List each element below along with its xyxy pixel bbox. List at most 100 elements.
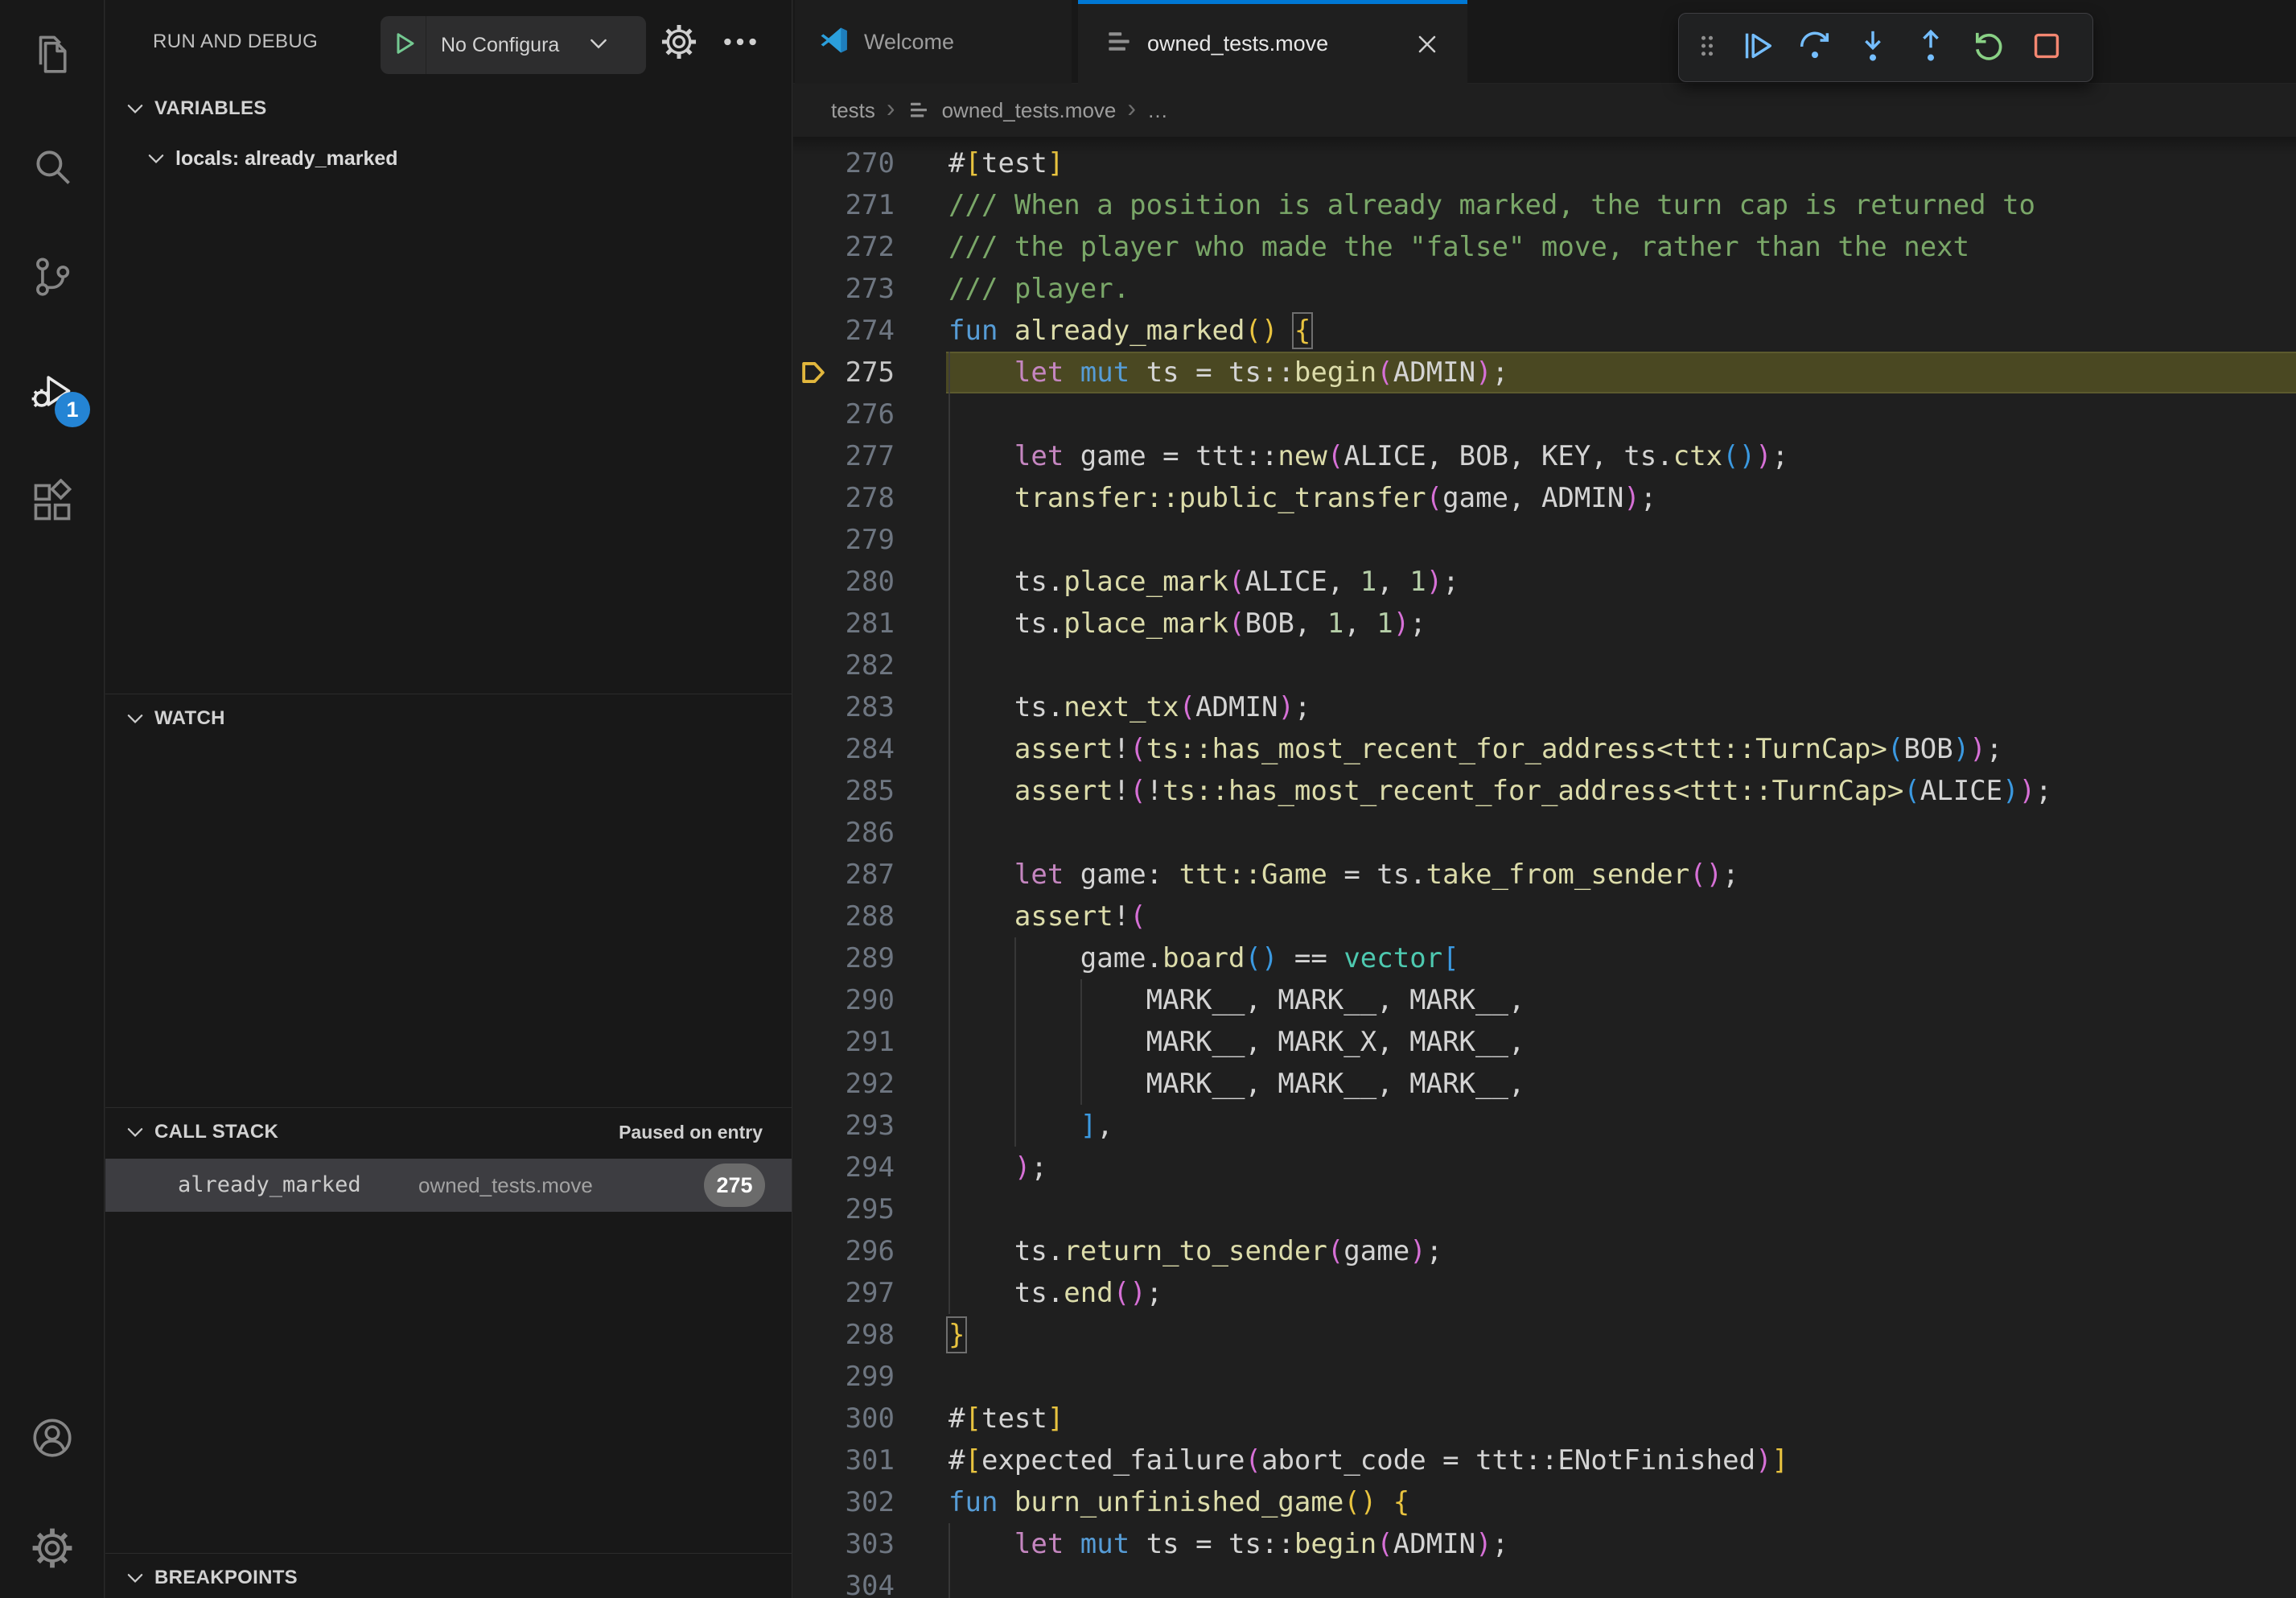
line-number[interactable]: 275	[793, 352, 895, 393]
breadcrumb-symbol[interactable]: …	[1147, 98, 1168, 123]
code-line-285[interactable]: 285 assert!(!ts::has_most_recent_for_add…	[793, 770, 2296, 812]
close-icon[interactable]	[1413, 30, 1442, 59]
step-over-button[interactable]	[1789, 22, 1840, 73]
code-line-277[interactable]: 277 let game = ttt::new(ALICE, BOB, KEY,…	[793, 435, 2296, 477]
drag-handle[interactable]	[1690, 22, 1724, 73]
line-number[interactable]: 297	[793, 1272, 895, 1314]
line-number[interactable]: 274	[793, 310, 895, 352]
line-number[interactable]: 296	[793, 1230, 895, 1272]
code-line-298[interactable]: 298}	[793, 1314, 2296, 1356]
breadcrumb-folder[interactable]: tests	[831, 98, 875, 123]
code-line-278[interactable]: 278 transfer::public_transfer(game, ADMI…	[793, 477, 2296, 519]
line-number[interactable]: 303	[793, 1523, 895, 1565]
line-number[interactable]: 279	[793, 519, 895, 561]
line-number[interactable]: 287	[793, 854, 895, 896]
line-number[interactable]: 281	[793, 603, 895, 645]
code-line-294[interactable]: 294 );	[793, 1147, 2296, 1188]
code-line-304[interactable]: 304	[793, 1565, 2296, 1598]
code-line-274[interactable]: 274fun already_marked() {	[793, 310, 2296, 352]
line-number[interactable]: 271	[793, 184, 895, 226]
line-number[interactable]: 289	[793, 937, 895, 979]
activity-item-account[interactable]	[21, 1408, 84, 1471]
code-line-293[interactable]: 293 ],	[793, 1105, 2296, 1147]
code-line-283[interactable]: 283 ts.next_tx(ADMIN);	[793, 686, 2296, 728]
restart-button[interactable]	[1963, 22, 2014, 73]
code-line-292[interactable]: 292 MARK__, MARK__, MARK__,	[793, 1063, 2296, 1105]
variables-section-header[interactable]: VARIABLES	[105, 85, 792, 132]
line-number[interactable]: 301	[793, 1439, 895, 1481]
line-number[interactable]: 294	[793, 1147, 895, 1188]
line-number[interactable]: 291	[793, 1021, 895, 1063]
line-number[interactable]: 304	[793, 1565, 895, 1598]
code-line-272[interactable]: 272/// the player who made the "false" m…	[793, 226, 2296, 268]
line-number[interactable]: 277	[793, 435, 895, 477]
activity-item-explorer[interactable]	[21, 24, 84, 87]
code-line-302[interactable]: 302fun burn_unfinished_game() {	[793, 1481, 2296, 1523]
line-number[interactable]: 286	[793, 812, 895, 854]
line-number[interactable]: 298	[793, 1314, 895, 1356]
code-line-275[interactable]: 275 let mut ts = ts::begin(ADMIN);	[793, 352, 2296, 393]
line-number[interactable]: 302	[793, 1481, 895, 1523]
more-actions-button[interactable]	[720, 22, 760, 62]
code-line-301[interactable]: 301#[expected_failure(abort_code = ttt::…	[793, 1439, 2296, 1481]
breakpoints-section-header[interactable]: BREAKPOINTS	[105, 1555, 792, 1598]
line-number[interactable]: 273	[793, 268, 895, 310]
code-line-281[interactable]: 281 ts.place_mark(BOB, 1, 1);	[793, 603, 2296, 645]
line-number[interactable]: 290	[793, 979, 895, 1021]
code-line-296[interactable]: 296 ts.return_to_sender(game);	[793, 1230, 2296, 1272]
code-line-287[interactable]: 287 let game: ttt::Game = ts.take_from_s…	[793, 854, 2296, 896]
step-into-button[interactable]	[1847, 22, 1898, 73]
activity-item-search[interactable]	[21, 137, 84, 200]
tab-welcome[interactable]: Welcome	[795, 0, 1072, 84]
variables-locals-scope[interactable]: locals: already_marked	[105, 135, 792, 182]
watch-section-header[interactable]: WATCH	[105, 695, 792, 742]
code-line-288[interactable]: 288 assert!(	[793, 896, 2296, 937]
code-line-279[interactable]: 279	[793, 519, 2296, 561]
code-line-300[interactable]: 300#[test]	[793, 1398, 2296, 1439]
code-line-290[interactable]: 290 MARK__, MARK__, MARK__,	[793, 979, 2296, 1021]
line-number[interactable]: 295	[793, 1188, 895, 1230]
line-number[interactable]: 288	[793, 896, 895, 937]
stop-button[interactable]	[2021, 22, 2072, 73]
tab-owned-tests-move[interactable]: owned_tests.move	[1078, 0, 1467, 84]
line-number[interactable]: 292	[793, 1063, 895, 1105]
code-line-271[interactable]: 271/// When a position is already marked…	[793, 184, 2296, 226]
code-line-299[interactable]: 299	[793, 1356, 2296, 1398]
line-number[interactable]: 284	[793, 728, 895, 770]
code-line-286[interactable]: 286	[793, 812, 2296, 854]
activity-item-settings[interactable]	[21, 1518, 84, 1581]
code-line-291[interactable]: 291 MARK__, MARK_X, MARK__,	[793, 1021, 2296, 1063]
line-number[interactable]: 276	[793, 393, 895, 435]
line-number[interactable]: 293	[793, 1105, 895, 1147]
line-number[interactable]: 270	[793, 142, 895, 184]
code-line-297[interactable]: 297 ts.end();	[793, 1272, 2296, 1314]
code-line-284[interactable]: 284 assert!(ts::has_most_recent_for_addr…	[793, 728, 2296, 770]
line-number[interactable]: 300	[793, 1398, 895, 1439]
call-stack-section-header[interactable]: CALL STACK Paused on entry	[105, 1109, 792, 1155]
line-number[interactable]: 280	[793, 561, 895, 603]
breadcrumb-file[interactable]: owned_tests.move	[942, 98, 1117, 123]
code-line-303[interactable]: 303 let mut ts = ts::begin(ADMIN);	[793, 1523, 2296, 1565]
debug-configuration-dropdown[interactable]: No Configura	[381, 16, 646, 74]
code-line-273[interactable]: 273/// player.	[793, 268, 2296, 310]
code-line-280[interactable]: 280 ts.place_mark(ALICE, 1, 1);	[793, 561, 2296, 603]
line-number[interactable]: 278	[793, 477, 895, 519]
line-number[interactable]: 272	[793, 226, 895, 268]
activity-item-source-control[interactable]	[21, 247, 84, 310]
code-line-295[interactable]: 295	[793, 1188, 2296, 1230]
line-number[interactable]: 299	[793, 1356, 895, 1398]
line-number[interactable]: 282	[793, 645, 895, 686]
code-line-270[interactable]: 270#[test]	[793, 142, 2296, 184]
line-number[interactable]: 283	[793, 686, 895, 728]
code-line-289[interactable]: 289 game.board() == vector[	[793, 937, 2296, 979]
call-stack-frame[interactable]: already_marked owned_tests.move 275	[105, 1159, 792, 1212]
activity-item-run-and-debug[interactable]: 1	[21, 361, 84, 424]
code-line-282[interactable]: 282	[793, 645, 2296, 686]
continue-button[interactable]	[1731, 22, 1782, 73]
code-line-276[interactable]: 276	[793, 393, 2296, 435]
debug-settings-button[interactable]	[659, 22, 699, 62]
activity-item-extensions[interactable]	[21, 472, 84, 535]
step-out-button[interactable]	[1905, 22, 1956, 73]
start-debug-icon[interactable]	[381, 29, 426, 62]
line-number[interactable]: 285	[793, 770, 895, 812]
